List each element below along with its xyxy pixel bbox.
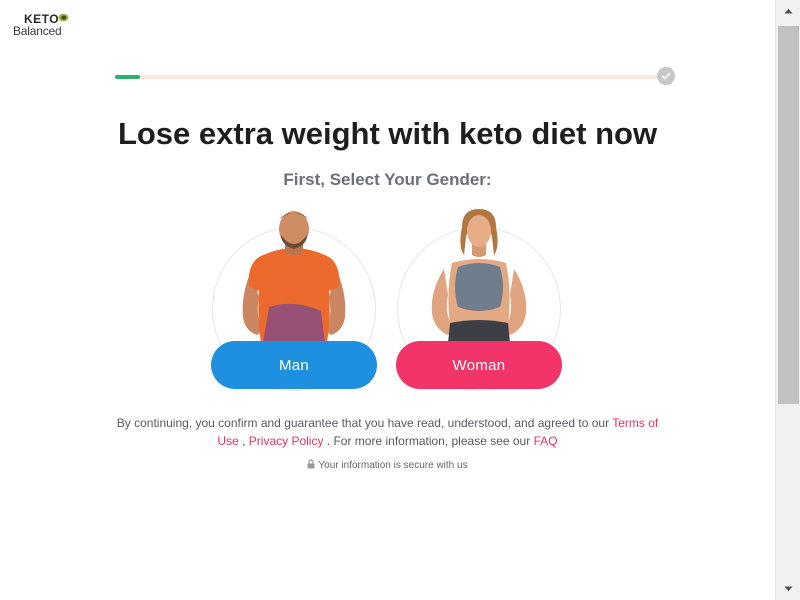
privacy-policy-link[interactable]: Privacy Policy xyxy=(249,434,324,448)
disclaimer-text-1: By continuing, you confirm and guarantee… xyxy=(116,416,613,430)
disclaimer-text-2: . For more information, please see our xyxy=(323,434,534,448)
woman-illustration xyxy=(431,209,527,343)
keto-balanced-logo[interactable]: KETO Balanced xyxy=(12,12,72,40)
scrollbar-thumb[interactable] xyxy=(778,26,799,404)
secure-notice: Your information is secure with us xyxy=(0,459,775,471)
secure-notice-text: Your information is secure with us xyxy=(318,460,468,471)
faq-link[interactable]: FAQ xyxy=(534,434,558,448)
progress-fill xyxy=(115,75,141,79)
progress-bar xyxy=(115,75,660,79)
gender-option-woman[interactable]: Woman xyxy=(396,205,562,391)
terms-disclaimer: By continuing, you confirm and guarantee… xyxy=(110,414,665,450)
page: KETO Balanced Lose extra weight with ket… xyxy=(0,0,775,600)
gender-option-man[interactable]: Man xyxy=(211,205,377,391)
man-button[interactable]: Man xyxy=(211,341,377,389)
woman-button[interactable]: Woman xyxy=(396,341,562,389)
disclaimer-sep: , xyxy=(238,434,249,448)
gender-prompt: First, Select Your Gender: xyxy=(283,170,492,189)
progress-check-icon xyxy=(657,67,675,85)
page-scrollbar[interactable] xyxy=(775,0,800,600)
scroll-down-arrow-icon[interactable] xyxy=(776,578,800,600)
man-illustration xyxy=(242,211,346,343)
avocado-leaf-icon xyxy=(58,13,69,22)
logo-balanced-text: Balanced xyxy=(13,24,62,38)
lock-icon xyxy=(307,459,315,469)
scroll-up-arrow-icon[interactable] xyxy=(776,0,800,22)
page-title: Lose extra weight with keto diet now xyxy=(117,116,658,151)
